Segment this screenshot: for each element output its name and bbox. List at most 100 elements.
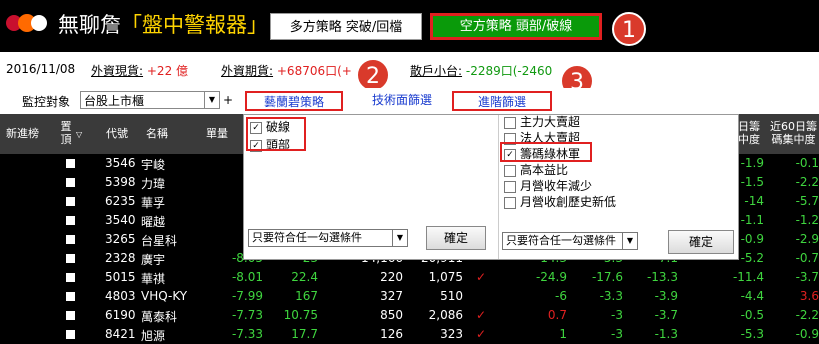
monitor-select[interactable]: 台股上市櫃 ▼ xyxy=(80,91,220,109)
pin-checkbox[interactable] xyxy=(66,292,75,301)
strategy-dropdown-panel: ✓ 破線 ✓ 頭部 主力大賣超 法人大賣超 ✓ 籌碼綠林軍 高本益比 月營收年減少 月營收創歷史新… xyxy=(243,114,739,260)
check-mark-icon: ✓ xyxy=(476,308,487,322)
foreign-spot[interactable]: 外資現貨: +22 億 xyxy=(91,62,188,79)
callout-badge-2: 2 xyxy=(356,58,390,92)
cell-c8: -3.9 xyxy=(654,289,678,303)
right-confirm-button[interactable]: 確定 xyxy=(668,230,734,254)
cell-c6: 0.7 xyxy=(547,308,567,322)
cell-c2: 17.7 xyxy=(291,327,318,341)
cell-c2: 22.4 xyxy=(291,270,318,284)
cell-c7: -3.3 xyxy=(599,289,623,303)
cell-c1: -8.01 xyxy=(231,270,263,284)
stock-code: 3540 xyxy=(105,213,136,227)
concentration-value: -1.1 xyxy=(740,213,764,227)
retail-mini[interactable]: 散戶小台: -2289口(-2460 xyxy=(410,62,552,79)
tab-short-strategy[interactable]: 空方策略 頭部/破線 xyxy=(430,13,602,40)
table-row[interactable]: 5015 華祺 -8.01 22.4 220 1,075 -24.9 -17.6 -13.3 ✓ -… xyxy=(0,268,819,287)
concentration-value: -2.2 xyxy=(795,308,819,322)
pin-checkbox[interactable] xyxy=(66,197,75,206)
concentration-value: -2.2 xyxy=(795,175,819,189)
col-new[interactable]: 新進榜 xyxy=(6,127,39,140)
check-mark-icon: ✓ xyxy=(476,327,487,341)
concentration-value: -0.1 xyxy=(795,156,819,170)
pin-checkbox[interactable] xyxy=(66,159,75,168)
add-button[interactable]: + xyxy=(223,93,233,107)
option-checkbox[interactable]: 高本益比 xyxy=(504,161,568,178)
stock-name: 曜越 xyxy=(141,215,166,229)
pin-checkbox[interactable] xyxy=(66,311,75,320)
cell-c8: -1.3 xyxy=(654,327,678,341)
stock-code: 5398 xyxy=(105,175,136,189)
tab-strategy[interactable]: 藝蘭碧策略 xyxy=(245,91,343,111)
tab-technical-filter[interactable]: 技術面篩選 xyxy=(358,91,446,111)
col-60d-concentration[interactable]: 近60日籌 碼集中度 xyxy=(770,120,817,146)
cell-c4: 323 xyxy=(440,327,463,341)
table-row[interactable]: 4803 VHQ-KY -7.99 167 327 510 -6 -3.3 -3.9 -4.4 3.… xyxy=(0,287,819,306)
concentration-value: -4.4 xyxy=(740,289,764,303)
callout-badge-1: 1 xyxy=(612,12,646,46)
option-checkbox[interactable]: 月營收創歷史新低 xyxy=(504,193,616,210)
pin-checkbox[interactable] xyxy=(66,216,75,225)
cell-c3: 220 xyxy=(380,270,403,284)
chevron-down-icon: ▼ xyxy=(204,92,219,108)
cell-c3: 327 xyxy=(380,289,403,303)
checkbox-icon[interactable] xyxy=(504,116,516,129)
col-code[interactable]: 代號 xyxy=(106,127,128,140)
col-daily-concentration[interactable]: 日籌 中度 xyxy=(738,120,760,146)
monitor-label: 監控對象 xyxy=(22,95,71,109)
tab-advanced-filter[interactable]: 進階篩選 xyxy=(452,91,552,111)
concentration-value: -0.5 xyxy=(740,308,764,322)
col-volume[interactable]: 單量 xyxy=(206,127,228,140)
concentration-value: -0.9 xyxy=(795,327,819,341)
filter-bar: 監控對象 台股上市櫃 ▼ + 藝蘭碧策略 技術面篩選 進階篩選 xyxy=(0,88,819,114)
stock-code: 3265 xyxy=(105,232,136,246)
cell-c2: 167 xyxy=(295,289,318,303)
foreign-futures[interactable]: 外資期貨: +68706口(+ xyxy=(221,62,352,79)
stock-name: 宇峻 xyxy=(141,158,166,172)
pin-checkbox[interactable] xyxy=(66,235,75,244)
checkbox-icon[interactable] xyxy=(504,196,516,209)
col-name[interactable]: 名稱 xyxy=(146,127,168,140)
option-checkbox[interactable]: 主力大賣超 xyxy=(504,113,580,130)
table-row[interactable]: 8421 旭源 -7.33 17.7 126 323 1 -3 -1.3 ✓ -5.3 -0.9 xyxy=(0,325,819,344)
cell-c3: 126 xyxy=(380,327,403,341)
concentration-value: -1.5 xyxy=(740,175,764,189)
check-mark-icon: ✓ xyxy=(476,270,487,284)
concentration-value: -2.9 xyxy=(795,232,819,246)
chevron-down-icon: ▼ xyxy=(622,233,637,249)
table-row[interactable]: 6190 萬泰科 -7.73 10.75 850 2,086 0.7 -3 -3.7 ✓ -0.5 -… xyxy=(0,306,819,325)
chevron-down-icon: ▼ xyxy=(392,230,407,246)
pin-checkbox[interactable] xyxy=(66,330,75,339)
col-pin[interactable]: 置頂 xyxy=(58,120,74,146)
stock-name: 旭源 xyxy=(141,329,166,343)
concentration-value: -0.7 xyxy=(795,251,819,265)
pin-checkbox[interactable] xyxy=(66,178,75,187)
stock-code: 2328 xyxy=(105,251,136,265)
cell-c7: -3 xyxy=(611,308,623,322)
cell-c4: 1,075 xyxy=(428,270,463,284)
checkbox-icon[interactable] xyxy=(504,180,516,193)
app-logo-icon xyxy=(6,12,62,34)
stock-name: 華孚 xyxy=(141,196,166,210)
concentration-value: 3.6 xyxy=(799,289,819,303)
stock-code: 5015 xyxy=(105,270,136,284)
pin-checkbox[interactable] xyxy=(66,254,75,263)
option-checkbox[interactable]: 月營收年減少 xyxy=(504,177,592,194)
cell-c4: 2,086 xyxy=(428,308,463,322)
pin-checkbox[interactable] xyxy=(66,273,75,282)
concentration-value: -0.9 xyxy=(740,232,764,246)
tab-long-strategy[interactable]: 多方策略 突破/回檔 xyxy=(270,13,422,40)
concentration-value: -5.3 xyxy=(740,327,764,341)
market-info-bar: 2016/11/08 外資現貨: +22 億 外資期貨: +68706口(+ 散… xyxy=(0,52,819,88)
stock-name: 力瑋 xyxy=(141,177,166,191)
concentration-value: -1.2 xyxy=(795,213,819,227)
left-match-select[interactable]: 只要符合任一勾選條件 ▼ xyxy=(248,229,408,247)
stock-name: 廣宇 xyxy=(141,253,166,267)
stock-code: 6190 xyxy=(105,308,136,322)
left-confirm-button[interactable]: 確定 xyxy=(426,226,486,250)
checkbox-icon[interactable] xyxy=(504,164,516,177)
stock-code: 8421 xyxy=(105,327,136,341)
highlight-left-options xyxy=(246,117,306,151)
sort-icon[interactable]: ▽ xyxy=(76,128,82,141)
right-match-select[interactable]: 只要符合任一勾選條件 ▼ xyxy=(502,232,638,250)
